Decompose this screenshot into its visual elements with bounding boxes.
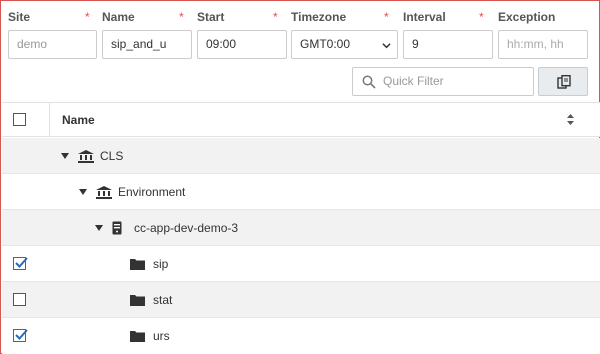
site-input: demo [8,30,97,59]
tree-row-label: stat [153,293,173,307]
folder-icon [130,295,145,306]
quick-filter-placeholder: Quick Filter [383,74,444,88]
interval-input[interactable]: 9 [403,30,493,59]
checkmark-icon [15,329,28,340]
tree-row-host[interactable]: cc-app-dev-demo-3 [2,210,600,246]
row-checkbox[interactable] [13,329,28,342]
caret-down-icon[interactable] [78,187,88,197]
copy-icon [557,75,571,89]
tree-row-stat[interactable]: stat [2,282,600,318]
select-all-checkbox[interactable] [13,113,26,126]
start-required-marker: * [273,10,278,24]
timezone-label: Timezone [291,10,347,24]
bank-icon [78,149,94,163]
caret-down-icon[interactable] [94,223,104,233]
schedule-editor-panel: Site * Name * Start * Timezone * Interva… [0,0,600,354]
tree-row-label: sip [153,257,169,271]
timezone-select[interactable]: GMT0:00 [291,30,398,59]
chevron-down-icon [382,43,391,49]
server-icon [112,221,122,235]
bank-icon [96,185,112,199]
checkmark-icon [15,257,28,268]
start-input[interactable]: 09:00 [197,30,287,59]
tree-row-cls[interactable]: CLS [2,138,600,174]
start-label: Start [197,10,225,24]
tree-row-sip[interactable]: sip [2,246,600,282]
header-divider [49,103,50,137]
row-checkbox[interactable] [13,257,28,270]
folder-icon [130,259,145,270]
grid-header: Name [2,102,600,137]
folder-icon [130,331,145,342]
interval-required-marker: * [479,10,484,24]
tree-row-urs[interactable]: urs [2,318,600,354]
caret-down-icon[interactable] [60,151,70,161]
tree-row-label: CLS [100,149,124,163]
name-label: Name [102,10,135,24]
tree-row-environment[interactable]: Environment [2,174,600,210]
tree-row-label: cc-app-dev-demo-3 [134,221,239,235]
site-label: Site [8,10,31,24]
name-required-marker: * [179,10,184,24]
exception-input[interactable]: hh:mm, hh [498,30,588,59]
search-icon [362,75,376,89]
name-input[interactable]: sip_and_u [102,30,192,59]
tree-row-label: urs [153,329,170,343]
quick-filter-input[interactable]: Quick Filter [352,67,534,96]
row-checkbox[interactable] [13,293,26,306]
timezone-required-marker: * [384,10,389,24]
site-required-marker: * [85,10,90,24]
tree-row-label: Environment [118,185,186,199]
timezone-value: GMT0:00 [300,37,351,51]
name-column-header[interactable]: Name [62,113,95,127]
exception-label: Exception [498,10,556,24]
interval-label: Interval [403,10,446,24]
copy-button[interactable] [538,67,588,96]
sort-icon[interactable] [566,113,575,126]
